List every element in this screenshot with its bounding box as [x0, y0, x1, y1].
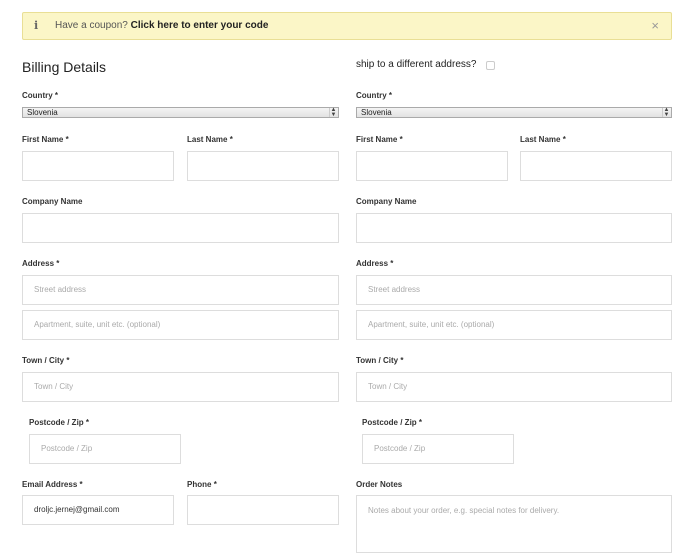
billing-postcode-input[interactable]: Postcode / Zip: [29, 434, 181, 464]
order-notes-label: Order Notes: [356, 480, 403, 489]
shipping-last-name-input[interactable]: [520, 151, 672, 181]
billing-email-label: Email Address *: [22, 480, 83, 489]
close-icon[interactable]: ×: [651, 13, 659, 39]
billing-last-name-label: Last Name *: [187, 135, 233, 144]
shipping-first-name-input[interactable]: [356, 151, 508, 181]
order-notes-textarea[interactable]: Notes about your order, e.g. special not…: [356, 495, 672, 553]
shipping-street-input[interactable]: Street address: [356, 275, 672, 305]
billing-country-label: Country *: [22, 91, 59, 100]
billing-company-label: Company Name: [22, 197, 83, 206]
shipping-postcode-label: Postcode / Zip *: [362, 418, 423, 427]
shipping-country-value: Slovenia: [361, 108, 392, 117]
billing-postcode-label: Postcode / Zip *: [29, 418, 90, 427]
coupon-notice: i Have a coupon? Click here to enter you…: [22, 12, 672, 40]
billing-country-value: Slovenia: [27, 108, 58, 117]
ship-different-toggle[interactable]: ship to a different address?: [356, 59, 495, 70]
shipping-country-select[interactable]: Slovenia ▲ ▼: [356, 107, 672, 118]
shipping-town-label: Town / City *: [356, 356, 404, 365]
shipping-town-input[interactable]: Town / City: [356, 372, 672, 402]
billing-address-label: Address *: [22, 259, 60, 268]
shipping-address-label: Address *: [356, 259, 394, 268]
billing-street-input[interactable]: Street address: [22, 275, 339, 305]
billing-last-name-input[interactable]: [187, 151, 339, 181]
billing-title: Billing Details: [22, 59, 107, 75]
billing-first-name-label: First Name *: [22, 135, 69, 144]
billing-town-label: Town / City *: [22, 356, 70, 365]
ship-different-checkbox[interactable]: [486, 61, 495, 70]
billing-town-input[interactable]: Town / City: [22, 372, 339, 402]
select-arrows-icon: ▲ ▼: [329, 107, 337, 118]
shipping-apartment-input[interactable]: Apartment, suite, unit etc. (optional): [356, 310, 672, 340]
billing-email-input[interactable]: droljc.jernej@gmail.com: [22, 495, 174, 525]
shipping-last-name-label: Last Name *: [520, 135, 566, 144]
billing-phone-input[interactable]: [187, 495, 339, 525]
shipping-company-label: Company Name: [356, 197, 417, 206]
shipping-postcode-input[interactable]: Postcode / Zip: [362, 434, 514, 464]
coupon-text: Have a coupon?: [55, 20, 128, 31]
billing-country-select[interactable]: Slovenia ▲ ▼: [22, 107, 339, 118]
billing-first-name-input[interactable]: [22, 151, 174, 181]
select-arrows-icon: ▲ ▼: [662, 107, 670, 118]
shipping-company-input[interactable]: [356, 213, 672, 243]
coupon-message: Have a coupon? Click here to enter your …: [55, 13, 268, 39]
billing-company-input[interactable]: [22, 213, 339, 243]
shipping-country-label: Country *: [356, 91, 393, 100]
info-icon: i: [34, 19, 39, 32]
ship-different-label: ship to a different address?: [356, 59, 477, 70]
billing-phone-label: Phone *: [187, 480, 217, 489]
coupon-link[interactable]: Click here to enter your code: [131, 20, 269, 31]
shipping-first-name-label: First Name *: [356, 135, 403, 144]
billing-apartment-input[interactable]: Apartment, suite, unit etc. (optional): [22, 310, 339, 340]
